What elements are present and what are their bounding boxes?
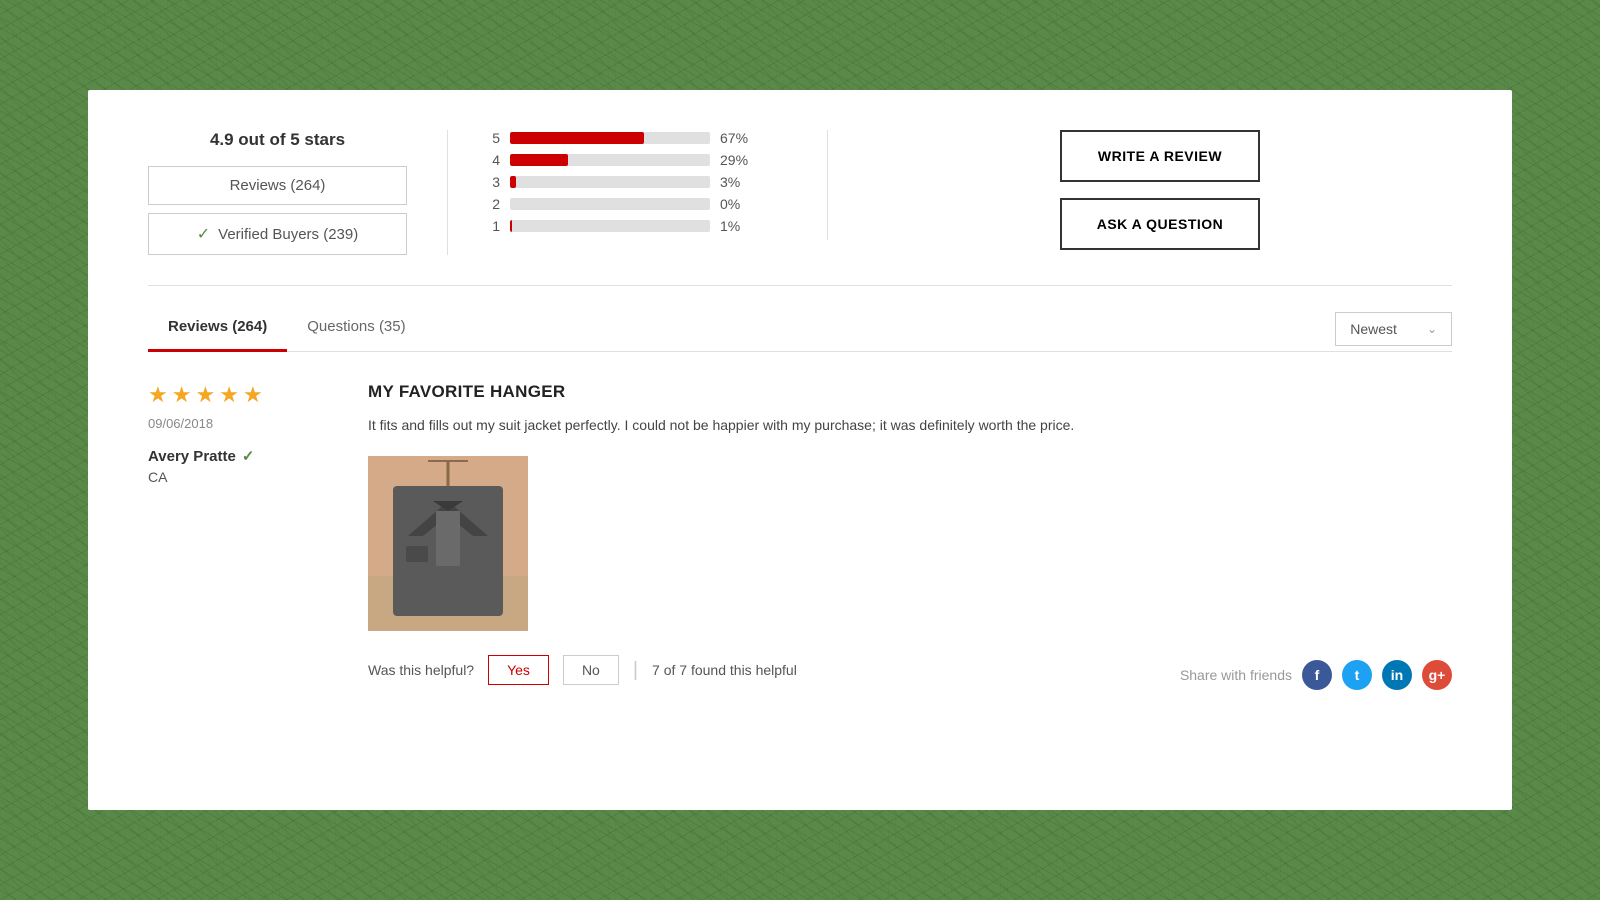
- bar-row: 5 67%: [488, 130, 787, 146]
- bar-star-label: 4: [488, 152, 500, 168]
- facebook-share-icon[interactable]: f: [1302, 660, 1332, 690]
- bar-fill: [510, 220, 512, 232]
- review-image: [368, 456, 528, 631]
- twitter-share-icon[interactable]: t: [1342, 660, 1372, 690]
- review-section: ★ ★ ★ ★ ★ 09/06/2018 Avery Pratte ✓ CA M…: [148, 382, 1452, 695]
- bar-track: [510, 220, 710, 232]
- helpful-divider: |: [633, 659, 638, 682]
- bars-section: 5 67% 4 29% 3 3% 2 0% 1 1%: [448, 130, 828, 240]
- star-1: ★: [148, 382, 168, 408]
- bar-star-label: 1: [488, 218, 500, 234]
- reviewer-location: CA: [148, 469, 368, 485]
- review-title: MY FAVORITE HANGER: [368, 382, 1452, 402]
- star-4: ★: [219, 382, 239, 408]
- tabs-section: Reviews (264) Questions (35) Newest ⌄: [148, 306, 1452, 352]
- bar-star-label: 2: [488, 196, 500, 212]
- bar-row: 3 3%: [488, 174, 787, 190]
- bar-pct-label: 0%: [720, 196, 755, 212]
- helpful-label: Was this helpful?: [368, 662, 474, 678]
- shield-icon: ✓: [197, 224, 210, 244]
- bar-track: [510, 132, 710, 144]
- bar-fill: [510, 154, 568, 166]
- reviewer-name: Avery Pratte ✓: [148, 447, 368, 465]
- bar-star-label: 3: [488, 174, 500, 190]
- share-section: Share with friends f t in g+: [1180, 660, 1452, 690]
- helpful-no-button[interactable]: No: [563, 655, 619, 685]
- chevron-down-icon: ⌄: [1427, 322, 1437, 336]
- googleplus-share-icon[interactable]: g+: [1422, 660, 1452, 690]
- bar-pct-label: 29%: [720, 152, 755, 168]
- helpful-count: 7 of 7 found this helpful: [652, 662, 797, 678]
- star-2: ★: [172, 382, 192, 408]
- tab-reviews[interactable]: Reviews (264): [148, 306, 287, 352]
- bar-star-label: 5: [488, 130, 500, 146]
- bar-track: [510, 176, 710, 188]
- bar-row: 4 29%: [488, 152, 787, 168]
- bar-track: [510, 198, 710, 210]
- star-rating: ★ ★ ★ ★ ★: [148, 382, 368, 408]
- bar-pct-label: 1%: [720, 218, 755, 234]
- review-date: 09/06/2018: [148, 416, 368, 431]
- verified-label: Verified Buyers (239): [218, 226, 358, 243]
- bar-pct-label: 67%: [720, 130, 755, 146]
- bar-row: 2 0%: [488, 196, 787, 212]
- main-card: 4.9 out of 5 stars Reviews (264) ✓ Verif…: [88, 90, 1512, 810]
- suit-jacket-image: [368, 456, 528, 631]
- tab-questions[interactable]: Questions (35): [287, 306, 425, 352]
- helpful-row: Was this helpful? Yes No | 7 of 7 found …: [368, 655, 1452, 695]
- reviews-box: Reviews (264): [148, 166, 407, 205]
- star-5: ★: [243, 382, 263, 408]
- bar-row: 1 1%: [488, 218, 787, 234]
- top-section: 4.9 out of 5 stars Reviews (264) ✓ Verif…: [148, 130, 1452, 286]
- verified-box: ✓ Verified Buyers (239): [148, 213, 407, 255]
- linkedin-share-icon[interactable]: in: [1382, 660, 1412, 690]
- helpful-yes-button[interactable]: Yes: [488, 655, 549, 685]
- review-left: ★ ★ ★ ★ ★ 09/06/2018 Avery Pratte ✓ CA: [148, 382, 368, 695]
- ask-question-button[interactable]: ASK A QUESTION: [1060, 198, 1260, 250]
- rating-title: 4.9 out of 5 stars: [148, 130, 407, 150]
- helpful-section: Was this helpful? Yes No | 7 of 7 found …: [368, 655, 797, 685]
- bar-track: [510, 154, 710, 166]
- sort-label: Newest: [1350, 321, 1397, 337]
- write-review-button[interactable]: WRITE A REVIEW: [1060, 130, 1260, 182]
- star-3: ★: [195, 382, 215, 408]
- bar-pct-label: 3%: [720, 174, 755, 190]
- bar-fill: [510, 132, 644, 144]
- reviewer-shield-icon: ✓: [242, 447, 255, 465]
- sort-dropdown[interactable]: Newest ⌄: [1335, 312, 1452, 346]
- actions-section: WRITE A REVIEW ASK A QUESTION: [828, 130, 1452, 250]
- bar-fill: [510, 176, 516, 188]
- rating-summary: 4.9 out of 5 stars Reviews (264) ✓ Verif…: [148, 130, 448, 255]
- review-right: MY FAVORITE HANGER It fits and fills out…: [368, 382, 1452, 695]
- review-body: It fits and fills out my suit jacket per…: [368, 414, 1452, 436]
- share-label: Share with friends: [1180, 667, 1292, 683]
